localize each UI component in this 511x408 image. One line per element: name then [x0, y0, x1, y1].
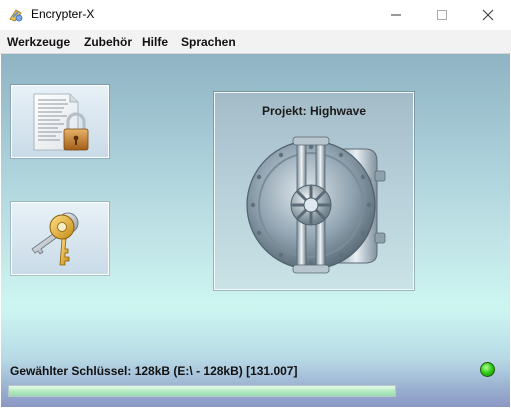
menu-zubehoer[interactable]: Zubehör [84, 35, 132, 49]
minimize-icon [391, 14, 401, 16]
close-icon [482, 9, 494, 21]
minimize-button[interactable] [373, 0, 419, 30]
progress-bar [8, 385, 396, 397]
vault-door-icon [246, 136, 386, 274]
window-title: Encrypter-X [31, 7, 95, 21]
menu-sprachen[interactable]: Sprachen [181, 35, 236, 49]
close-button[interactable] [465, 0, 511, 30]
encrypt-document-button[interactable] [11, 85, 109, 158]
title-bar: Encrypter-X [0, 0, 511, 30]
progress-fill [9, 386, 395, 396]
project-panel[interactable]: Projekt: Highwave [214, 92, 414, 290]
maximize-button[interactable] [419, 0, 465, 30]
status-indicator-led [480, 362, 495, 377]
maximize-icon [437, 10, 447, 20]
document-lock-icon [33, 93, 89, 151]
keys-icon [31, 212, 79, 266]
menu-werkzeuge[interactable]: Werkzeuge [7, 35, 70, 49]
menu-hilfe[interactable]: Hilfe [142, 35, 168, 49]
menu-bar: Werkzeuge Zubehör Hilfe Sprachen [0, 30, 511, 54]
keys-button[interactable] [11, 202, 109, 275]
selected-key-status: Gewählter Schlüssel: 128kB (E:\ - 128kB)… [10, 364, 298, 378]
app-logo-icon [9, 9, 23, 22]
